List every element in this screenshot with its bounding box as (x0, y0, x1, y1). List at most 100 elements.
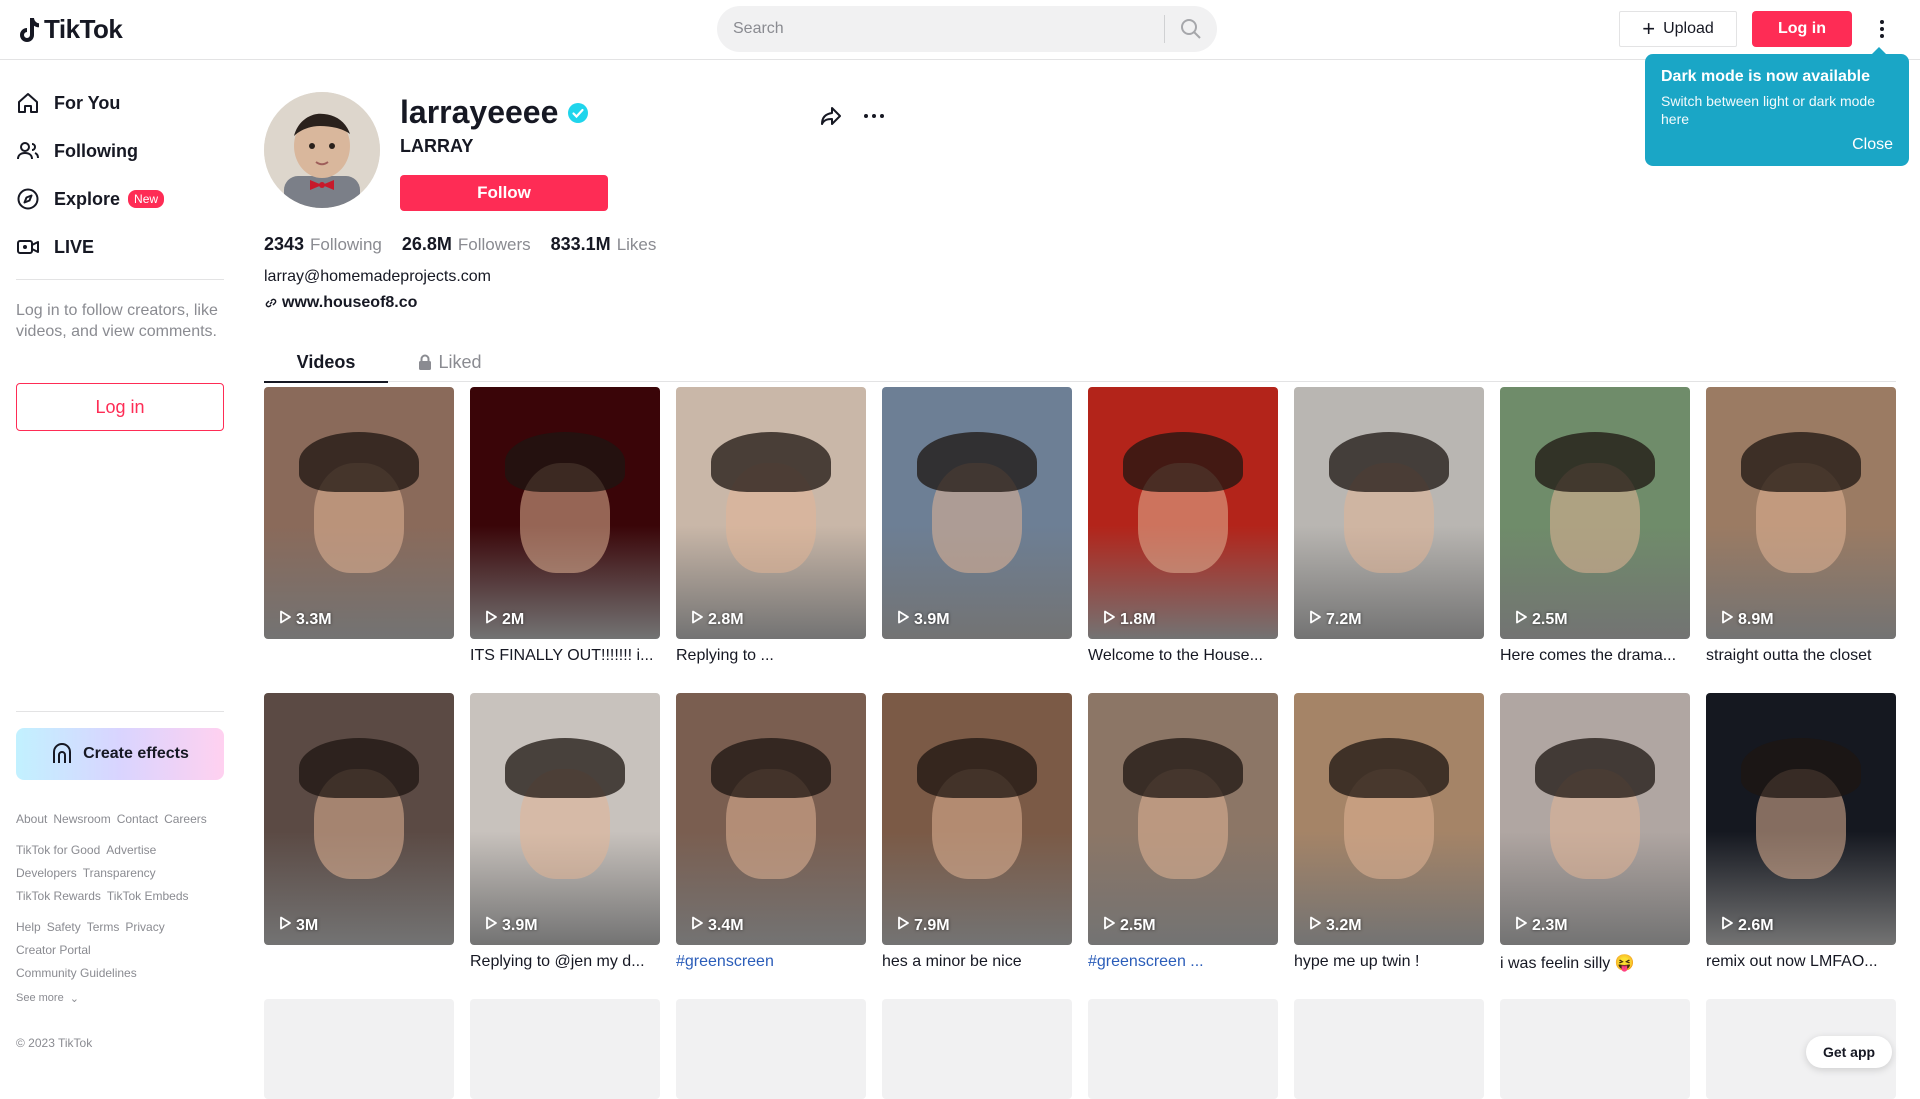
video-caption[interactable]: #greenscreen (676, 953, 866, 975)
video-thumbnail[interactable]: 8.9M (1706, 387, 1896, 639)
video-card[interactable]: 2.5M #greenscreen ... (1088, 693, 1278, 975)
profile-stats: 2343 Following 26.8M Followers 833.1M Likes (264, 234, 656, 255)
video-caption[interactable]: straight outta the closet (1706, 647, 1896, 669)
sidebar-item-for-you[interactable]: For You (16, 88, 120, 118)
login-button-sidebar[interactable]: Log in (16, 383, 224, 431)
see-more-link[interactable]: See more ⌄ (16, 992, 79, 1005)
video-card[interactable]: 7.2M (1294, 387, 1484, 669)
video-card[interactable]: 2.8M Replying to ... (676, 387, 866, 669)
sidebar-item-following[interactable]: Following (16, 136, 138, 166)
video-caption[interactable]: i was feelin silly 😝 (1500, 953, 1690, 975)
play-icon (484, 610, 498, 629)
search-button[interactable] (1165, 6, 1217, 52)
video-card[interactable]: 8.9M straight outta the closet (1706, 387, 1896, 669)
login-hint-text: Log in to follow creators, like videos, … (16, 302, 218, 340)
follow-button[interactable]: Follow (400, 175, 608, 211)
video-card[interactable]: 3M (264, 693, 454, 975)
footer-link-newsroom[interactable]: Newsroom (53, 812, 110, 826)
tab-liked[interactable]: Liked (388, 342, 512, 382)
video-caption[interactable]: hype me up twin ! (1294, 953, 1484, 975)
video-thumbnail[interactable]: 3.3M (264, 387, 454, 639)
followers-stat[interactable]: 26.8M Followers (402, 234, 531, 255)
thumbnail-hair (299, 432, 419, 493)
video-caption[interactable]: Welcome to the House... (1088, 647, 1278, 669)
footer-link-creator-portal[interactable]: Creator Portal (16, 943, 91, 957)
video-caption[interactable]: Replying to @jen my d... (470, 953, 660, 975)
video-card[interactable]: 3.4M #greenscreen (676, 693, 866, 975)
login-button-header[interactable]: Log in (1752, 11, 1852, 47)
footer-link-privacy[interactable]: Privacy (125, 920, 164, 934)
profile-link[interactable]: www.houseof8.co (264, 294, 417, 312)
upload-button[interactable]: + Upload (1619, 11, 1737, 47)
get-app-button[interactable]: Get app (1806, 1036, 1892, 1068)
footer-link-tiktok-for-good[interactable]: TikTok for Good (16, 843, 100, 857)
video-caption[interactable]: Here comes the drama... (1500, 647, 1690, 669)
video-caption[interactable]: remix out now LMFAO... (1706, 953, 1896, 975)
thumbnail-hair (1535, 738, 1655, 799)
video-card[interactable]: 3.3M (264, 387, 454, 669)
footer-link-tiktok-rewards[interactable]: TikTok Rewards (16, 889, 101, 903)
followers-count: 26.8M (401, 234, 452, 254)
video-caption[interactable] (1294, 647, 1484, 669)
footer-link-tiktok-embeds[interactable]: TikTok Embeds (107, 889, 189, 903)
create-effects-button[interactable]: Create effects (16, 728, 224, 780)
video-card[interactable]: 3.9M (882, 387, 1072, 669)
see-more-label: See more (16, 992, 64, 1004)
footer-link-contact[interactable]: Contact (117, 812, 158, 826)
video-thumbnail[interactable]: 2.5M (1088, 693, 1278, 945)
video-thumbnail[interactable]: 2.8M (676, 387, 866, 639)
footer-link-careers[interactable]: Careers (164, 812, 207, 826)
footer-link-community-guidelines[interactable]: Community Guidelines (16, 966, 137, 980)
video-thumbnail[interactable]: 2.6M (1706, 693, 1896, 945)
video-card[interactable]: 3.2M hype me up twin ! (1294, 693, 1484, 975)
footer-link-help[interactable]: Help (16, 920, 41, 934)
video-thumbnail[interactable]: 7.9M (882, 693, 1072, 945)
nickname: LARRAY (400, 136, 474, 156)
video-thumbnail[interactable]: 3.4M (676, 693, 866, 945)
footer-link-terms[interactable]: Terms (87, 920, 120, 934)
video-card[interactable]: 3.9M Replying to @jen my d... (470, 693, 660, 975)
more-menu-icon[interactable] (1872, 16, 1892, 42)
search-input[interactable] (717, 6, 1164, 52)
tooltip-close-button[interactable]: Close (1852, 136, 1893, 154)
footer-link-safety[interactable]: Safety (47, 920, 81, 934)
thumbnail-hair (1535, 432, 1655, 493)
video-card[interactable]: 1.8M Welcome to the House... (1088, 387, 1278, 669)
video-caption[interactable]: #greenscreen ... (1088, 953, 1278, 975)
view-count-label: 2M (502, 610, 525, 628)
avatar[interactable] (264, 92, 380, 208)
sidebar-item-explore[interactable]: Explore New (16, 184, 165, 214)
video-card[interactable]: 2.5M Here comes the drama... (1500, 387, 1690, 669)
more-options-icon[interactable] (862, 104, 886, 133)
video-thumbnail[interactable]: 1.8M (1088, 387, 1278, 639)
video-caption[interactable]: hes a minor be nice (882, 953, 1072, 975)
video-thumbnail[interactable]: 3M (264, 693, 454, 945)
footer-link-developers[interactable]: Developers (16, 866, 77, 880)
footer-link-transparency[interactable]: Transparency (83, 866, 156, 880)
following-stat[interactable]: 2343 Following (264, 234, 382, 255)
footer-link-about[interactable]: About (16, 812, 47, 826)
video-card[interactable]: 2.6M remix out now LMFAO... (1706, 693, 1896, 975)
username-row: larrayeeee (400, 94, 589, 131)
share-icon[interactable] (819, 104, 843, 133)
video-thumbnail[interactable]: 7.2M (1294, 387, 1484, 639)
video-card[interactable]: 2.3M i was feelin silly 😝 (1500, 693, 1690, 975)
video-caption[interactable] (264, 953, 454, 975)
video-thumbnail[interactable]: 3.2M (1294, 693, 1484, 945)
video-caption[interactable] (882, 647, 1072, 669)
tiktok-logo[interactable]: TikTok (16, 14, 123, 45)
video-caption[interactable]: Replying to ... (676, 647, 866, 669)
video-thumbnail[interactable]: 2.3M (1500, 693, 1690, 945)
tab-videos[interactable]: Videos (264, 342, 388, 383)
video-card[interactable]: 7.9M hes a minor be nice (882, 693, 1072, 975)
video-thumbnail[interactable]: 2M (470, 387, 660, 639)
video-card[interactable]: 2M ITS FINALLY OUT!!!!!!! i... (470, 387, 660, 669)
video-thumbnail[interactable]: 3.9M (470, 693, 660, 945)
video-thumbnail[interactable]: 3.9M (882, 387, 1072, 639)
footer-link-advertise[interactable]: Advertise (106, 843, 156, 857)
sidebar-item-live[interactable]: LIVE (16, 232, 94, 262)
video-thumbnail[interactable]: 2.5M (1500, 387, 1690, 639)
footer-links-row: Developers Transparency (16, 866, 156, 880)
video-caption[interactable]: ITS FINALLY OUT!!!!!!! i... (470, 647, 660, 669)
video-caption[interactable] (264, 647, 454, 669)
